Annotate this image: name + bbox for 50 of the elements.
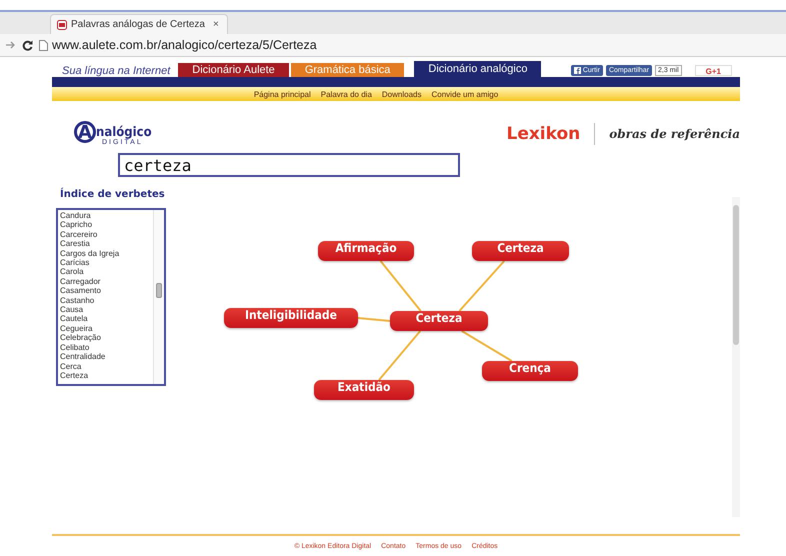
connector-line (461, 330, 512, 362)
browser-tab[interactable]: Palavras análogas de Certeza × (50, 14, 228, 34)
word-node[interactable]: Afirmação (318, 241, 414, 261)
plus-one-button[interactable]: G+1 (694, 64, 732, 76)
nav-link[interactable]: Palavra do dia (320, 90, 372, 98)
page-icon (39, 40, 48, 50)
list-item[interactable]: Carregador (60, 276, 151, 286)
list-item[interactable]: Carestia (60, 239, 151, 249)
tagline: Sua língua na Internet (61, 65, 172, 77)
list-item[interactable]: Centralidade (60, 352, 151, 362)
list-item[interactable]: Candura (60, 211, 151, 220)
close-icon[interactable]: × (212, 19, 219, 30)
list-item[interactable]: Carola (60, 267, 151, 277)
connector-line (458, 260, 505, 312)
list-item[interactable]: Causa (60, 305, 151, 314)
nav-link[interactable]: Convide um amigo (431, 90, 498, 98)
list-item[interactable]: Cautela (60, 314, 151, 324)
reload-icon[interactable] (22, 40, 33, 50)
facebook-icon (574, 66, 581, 74)
list-scrollbar[interactable] (153, 210, 164, 384)
connector-line (380, 260, 422, 312)
list-item[interactable]: Celebração (60, 333, 151, 343)
list-item[interactable]: Certeza (60, 370, 151, 380)
word-node[interactable]: Exatidão (314, 380, 414, 400)
word-node[interactable]: Crença (482, 361, 578, 381)
connector-line (358, 317, 390, 322)
nav-link[interactable]: Página principal (254, 90, 311, 98)
list-item[interactable]: Casamento (60, 286, 151, 296)
search-field[interactable]: certeza (118, 153, 460, 177)
list-item[interactable]: Celibato (60, 342, 151, 352)
page-scrollbar[interactable] (732, 197, 740, 517)
list-item[interactable]: Cargos da Igreja (60, 248, 151, 258)
connector-line (378, 330, 422, 381)
nav-link[interactable]: Downloads (382, 90, 422, 98)
brand-tagline: obras de referência (609, 127, 740, 141)
list-item[interactable]: Capricho (60, 220, 151, 230)
word-node[interactable]: Inteligibilidade (224, 308, 358, 328)
site-tab[interactable]: Dicionário analógico (414, 61, 542, 77)
brand-logo[interactable]: Lexikon (506, 124, 580, 144)
forward-icon[interactable] (6, 41, 16, 49)
word-node[interactable]: Certeza (472, 241, 569, 261)
list-item[interactable]: Cegueira (60, 324, 151, 334)
list-item[interactable]: Castanho (60, 296, 151, 306)
index-heading: Índice de verbetes (60, 189, 166, 200)
list-item[interactable]: Cerca (60, 362, 151, 371)
list-item[interactable]: Carcereiro (60, 230, 151, 240)
book-icon (57, 20, 67, 30)
center-node[interactable]: Certeza (390, 311, 488, 331)
list-item[interactable]: Carícias (60, 258, 151, 268)
site-tab[interactable]: Dicionário Aulete (178, 63, 289, 77)
